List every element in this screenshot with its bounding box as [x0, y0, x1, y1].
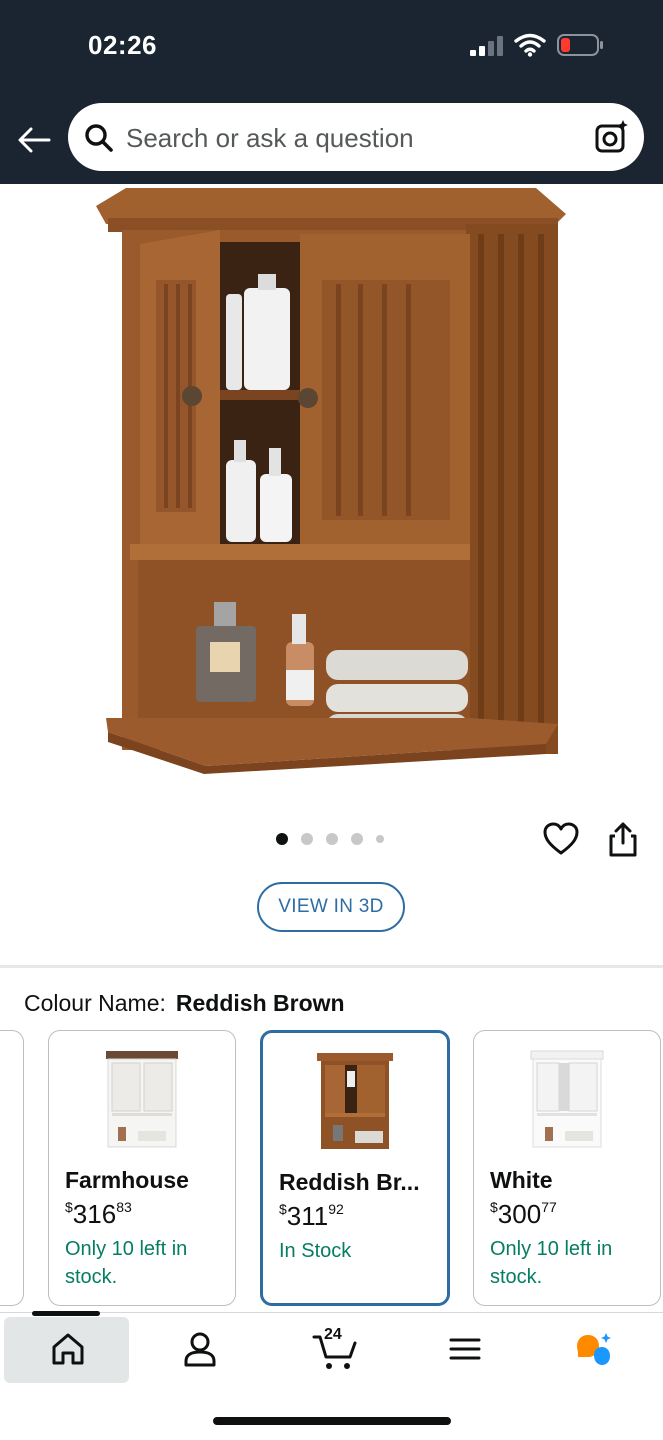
signal-icon: [470, 36, 503, 56]
swatch-name: Reddish Br...: [279, 1169, 420, 1195]
pagination-dot[interactable]: [376, 835, 384, 843]
rufus-icon[interactable]: [573, 1329, 613, 1369]
pagination-dot[interactable]: [326, 833, 338, 845]
top-bar: 02:26 Search or ask a question: [0, 0, 663, 184]
arrow-left-icon: [18, 127, 51, 153]
pagination-dot[interactable]: [301, 833, 313, 845]
status-time: 02:26: [88, 30, 157, 60]
colour-name-row: Colour Name: Reddish Brown: [24, 990, 345, 1017]
heart-icon[interactable]: [542, 820, 580, 858]
home-icon[interactable]: [48, 1329, 88, 1369]
price-currency: $: [490, 1199, 498, 1215]
image-pagination: [276, 832, 384, 846]
battery-low-icon: [557, 34, 603, 56]
nav-active-indicator: [32, 1311, 100, 1316]
swatch-price: $30077: [490, 1199, 557, 1230]
colour-swatch-partial[interactable]: [0, 1030, 24, 1306]
camera-sparkle-icon[interactable]: [594, 119, 630, 155]
price-currency: $: [279, 1201, 287, 1217]
colour-swatch-reddish-brown[interactable]: Reddish Br... $31192 In Stock: [260, 1030, 450, 1306]
swatch-stock: In Stock: [279, 1240, 352, 1262]
price-whole: 311: [286, 1201, 329, 1231]
colour-swatch-white[interactable]: White $30077 Only 10 left in stock.: [473, 1030, 661, 1306]
price-fraction: 92: [328, 1201, 344, 1217]
price-whole: 316: [72, 1199, 117, 1229]
swatch-price: $31683: [65, 1199, 132, 1230]
swatch-stock: Only 10 left in stock.: [65, 1238, 188, 1288]
swatch-name: Farmhouse: [65, 1167, 189, 1193]
colour-name-value: Reddish Brown: [175, 990, 345, 1016]
share-icon[interactable]: [604, 820, 642, 858]
back-button[interactable]: [14, 120, 54, 160]
swatch-price: $31192: [279, 1201, 344, 1232]
colour-name-label: Colour Name:: [24, 990, 166, 1016]
price-whole: 300: [497, 1199, 542, 1229]
product-image[interactable]: [86, 184, 578, 774]
search-placeholder: Search or ask a question: [126, 123, 414, 153]
account-icon[interactable]: [180, 1329, 220, 1369]
menu-icon[interactable]: [445, 1329, 485, 1369]
colour-swatch-farmhouse[interactable]: Farmhouse $31683 Only 10 left in stock.: [48, 1030, 236, 1306]
cart-count-badge: 24: [324, 1326, 342, 1343]
swatch-thumbnail: [106, 1051, 178, 1148]
search-icon: [85, 124, 113, 152]
swatch-name: White: [490, 1167, 553, 1193]
search-input[interactable]: Search or ask a question: [68, 103, 644, 171]
price-fraction: 77: [541, 1199, 557, 1215]
price-fraction: 83: [116, 1199, 132, 1215]
home-indicator: [213, 1417, 451, 1425]
view-in-3d-button[interactable]: VIEW IN 3D: [257, 882, 405, 932]
swatch-thumbnail: [530, 1050, 604, 1148]
swatch-thumbnail: [317, 1053, 393, 1149]
swatch-stock: Only 10 left in stock.: [490, 1238, 613, 1288]
section-divider: [0, 965, 663, 968]
pagination-dot[interactable]: [276, 833, 288, 845]
wifi-icon: [514, 33, 546, 57]
price-currency: $: [65, 1199, 73, 1215]
pagination-dot[interactable]: [351, 833, 363, 845]
